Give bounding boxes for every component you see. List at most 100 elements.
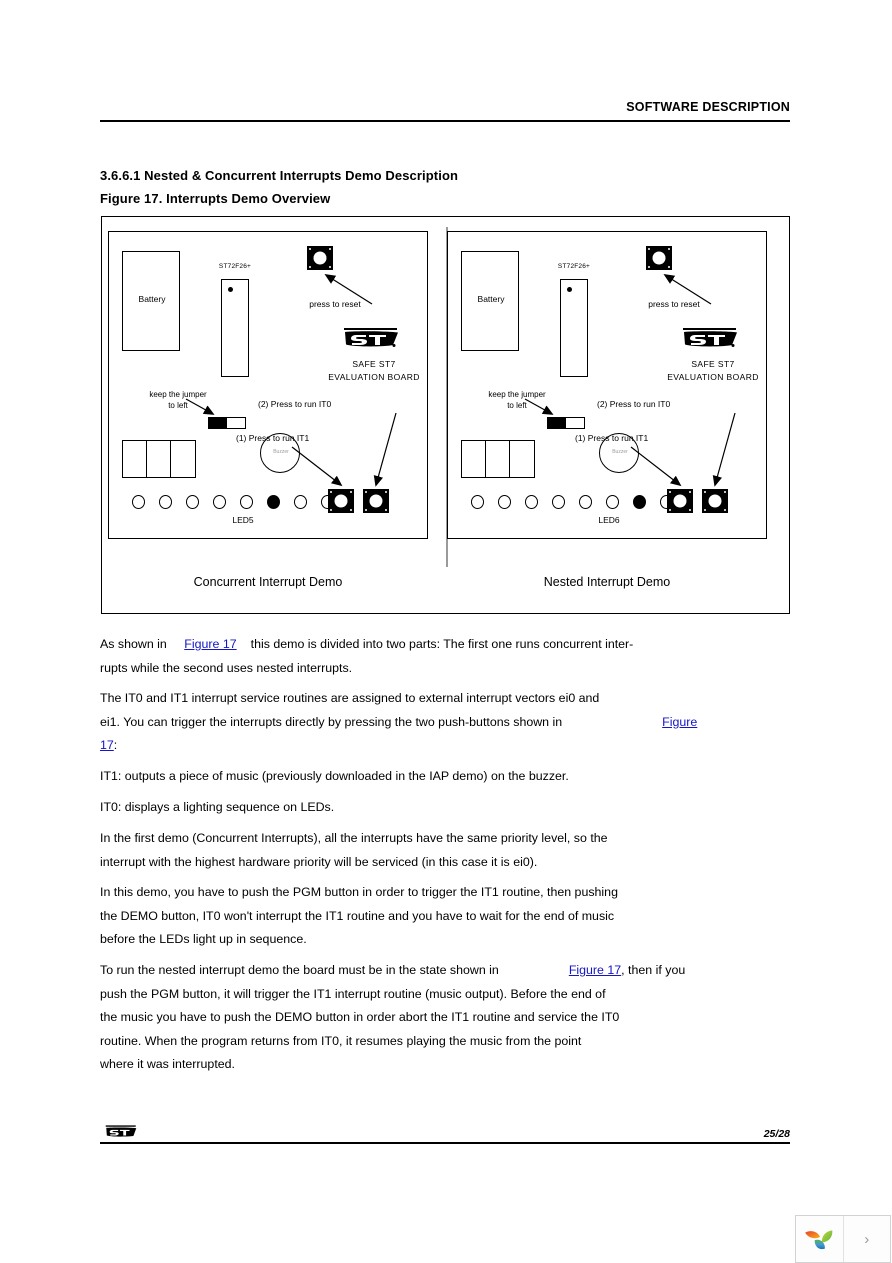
it0-annotation-left: (2) Press to run IT0 [258,399,332,409]
mcu-label-right: ST72F26+ [557,263,591,270]
st-logo-left [341,323,401,351]
jumper-right[interactable] [547,417,585,429]
led-indicator [471,495,484,509]
widget-brand-logo[interactable] [796,1216,844,1262]
screw-icon [648,266,650,268]
document-page: SOFTWARE DESCRIPTION 3.6.6.1 Nested & Co… [0,0,892,1263]
leaf-flower-icon [805,1230,833,1250]
figure-panel-concurrent: Battery ST72F26+ press to reset SAFE ST7… [108,231,428,589]
jumper-annotation-right: keep the jumper to left [467,389,567,411]
connector-right-2 [485,440,511,478]
pgm-button-left[interactable] [328,489,354,513]
led-indicator [186,495,199,509]
jumper-annotation-line1-left: keep the jumper [149,390,207,399]
panel-caption-nested: Nested Interrupt Demo [543,575,671,589]
demo-button-right[interactable] [702,489,728,513]
led-row-label-left: LED5 [232,515,254,525]
figure-17-link-3[interactable]: Figure 17 [569,963,621,977]
connector-right-1 [461,440,487,478]
floating-widget[interactable]: › [795,1215,891,1263]
connector-left-2 [146,440,172,478]
battery-right: Battery [461,251,519,351]
p7-text-e: routine. When the program returns from I… [100,1033,582,1048]
jumper-shunt-icon [209,418,227,428]
p6-text-c: before the LEDs light up in sequence. [100,932,307,946]
paragraph-5: In the first demo (Concurrent Interrupts… [100,827,794,874]
led-indicator [552,495,565,509]
reset-annotation-right: press to reset [648,299,700,309]
p1-text-b: this demo is divided into two parts: The… [250,637,634,651]
mcu-label-left: ST72F26+ [218,263,252,270]
figure-17-link-2[interactable]: Figure [662,715,697,729]
footer-st-logo [104,1122,138,1140]
mcu-pin1-dot-left [228,287,233,292]
screw-icon [365,491,367,493]
paragraph-4: IT0: displays a lighting sequence on LED… [100,796,794,820]
screw-icon [668,266,670,268]
board-brand-line2-left: EVALUATION BOARD [328,372,420,382]
button-cap-icon [334,494,348,508]
screw-icon [704,509,706,511]
it1-annotation-right: (1) Press to run IT1 [575,433,649,443]
jumper-annotation-line2-left: to left [168,401,188,410]
figure-17-link-2b[interactable]: 17 [100,738,114,752]
demo-button-left[interactable] [363,489,389,513]
button-cap-icon [673,494,687,508]
battery-label-left: Battery [138,294,166,304]
jumper-annotation-line1-right: keep the jumper [488,390,546,399]
screw-icon [309,248,311,250]
led-indicator [213,495,226,509]
mcu-chip-left [221,279,249,377]
connector-left-3 [170,440,196,478]
mcu-pin1-dot-right [567,287,572,292]
footer-page-number: 25/28 [763,1128,790,1140]
jumper-annotation-line2-right: to left [507,401,527,410]
screw-icon [724,509,726,511]
p6-text-b: the DEMO button, IT0 won't interrupt the… [100,908,615,923]
page-header-title: SOFTWARE DESCRIPTION [626,100,790,114]
it0-annotation-right: (2) Press to run IT0 [597,399,671,409]
it1-annotation-left: (1) Press to run IT1 [236,433,310,443]
screw-icon [330,491,332,493]
figure-panel-nested: Battery ST72F26+ press to reset SAFE ST7… [447,231,767,589]
p2-text-b: ei1. You can trigger the interrupts dire… [100,714,563,729]
screw-icon [309,266,311,268]
screw-icon [385,491,387,493]
screw-icon [365,509,367,511]
header-rule [100,120,790,122]
widget-next-button[interactable]: › [844,1216,891,1262]
led-row-label-right: LED6 [598,515,620,525]
buzzer-label-left: Buzzer [273,449,289,455]
p7-text-b: , then if you [621,963,686,977]
screw-icon [704,491,706,493]
screw-icon [669,509,671,511]
screw-icon [385,509,387,511]
led-indicator [579,495,592,509]
connector-left-1 [122,440,148,478]
board-brand-line2-right: EVALUATION BOARD [667,372,759,382]
p5-text-a: In the first demo (Concurrent Interrupts… [100,831,608,845]
figure-heading: Figure 17. Interrupts Demo Overview [100,191,331,206]
p3-text: IT1: outputs a piece of music (previousl… [100,769,569,783]
p2-text-a: The IT0 and IT1 interrupt service routin… [100,691,600,705]
p2-text-c: : [113,738,118,752]
screw-icon [329,248,331,250]
reset-button-right[interactable] [646,246,672,270]
p7-text-a: To run the nested interrupt demo the boa… [100,963,499,977]
p7-text-c: push the PGM button, it will trigger the… [100,986,606,1001]
led-indicator [525,495,538,509]
figure-17-link-1[interactable]: Figure 17 [184,637,236,651]
led-indicator [294,495,307,509]
p6-text-a: In this demo, you have to push the PGM b… [100,885,618,899]
jumper-left[interactable] [208,417,246,429]
led-indicator-active [267,495,280,509]
led-indicator [606,495,619,509]
screw-icon [648,248,650,250]
pgm-button-right[interactable] [667,489,693,513]
reset-annotation-left: press to reset [309,299,361,309]
p4-text: IT0: displays a lighting sequence on LED… [100,800,335,814]
led-indicator [240,495,253,509]
reset-button-left[interactable] [307,246,333,270]
led-indicator [498,495,511,509]
battery-label-right: Battery [477,294,505,304]
